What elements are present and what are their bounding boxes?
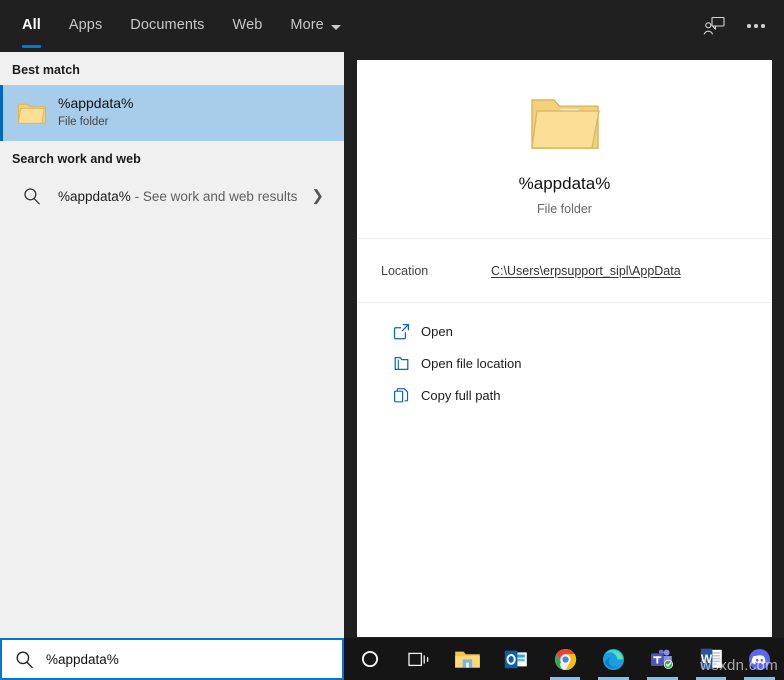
discord-button[interactable]: [735, 638, 784, 680]
word-button[interactable]: W: [687, 638, 736, 680]
tab-all[interactable]: All: [8, 0, 55, 52]
outlook-icon: [504, 649, 528, 670]
more-options-button[interactable]: [738, 8, 774, 44]
tab-apps[interactable]: Apps: [55, 0, 116, 52]
tab-documents[interactable]: Documents: [116, 0, 218, 52]
tab-web-label: Web: [233, 18, 263, 35]
folder-open-icon: [383, 355, 419, 372]
selection-indicator: [0, 85, 3, 141]
edge-button[interactable]: [589, 638, 638, 680]
tab-web[interactable]: Web: [219, 0, 277, 52]
teams-icon: [650, 648, 674, 670]
person-chat-icon: [703, 16, 725, 36]
location-label: Location: [381, 264, 491, 278]
search-overlay: All Apps Documents Web More: [0, 0, 784, 680]
chevron-down-icon: [331, 25, 341, 30]
search-icon: [2, 650, 46, 669]
search-tab-bar: All Apps Documents Web More: [0, 0, 784, 52]
action-list: Open Open file location: [357, 303, 772, 411]
tab-bar-actions: [696, 0, 774, 52]
action-open[interactable]: Open: [383, 315, 772, 347]
file-explorer-button[interactable]: [443, 638, 492, 680]
edge-icon: [602, 648, 625, 671]
tab-documents-label: Documents: [130, 18, 204, 35]
open-external-icon: [383, 323, 419, 340]
taskbar-search-box[interactable]: %appdata%: [0, 638, 344, 680]
detail-title: %appdata%: [357, 174, 772, 194]
search-input-value[interactable]: %appdata%: [46, 652, 119, 667]
tab-more-label: More: [290, 18, 323, 35]
chevron-right-icon: ❯: [311, 189, 324, 204]
result-item-subtitle: File folder: [58, 114, 134, 131]
location-row: Location C:\Users\erpsupport_sipl\AppDat…: [357, 239, 772, 302]
action-open-file-location-label: Open file location: [421, 356, 521, 371]
svg-text:W: W: [700, 652, 712, 666]
task-view-icon: [408, 650, 430, 669]
results-panel: Best match %appdata% File folder Search …: [0, 52, 344, 638]
detail-hero: %appdata% File folder: [357, 60, 772, 238]
action-copy-full-path-label: Copy full path: [421, 388, 501, 403]
folder-icon: [12, 100, 52, 126]
taskbar-buttons: W: [346, 638, 784, 680]
web-result-item[interactable]: %appdata% - See work and web results ❯: [0, 174, 344, 218]
result-item-text: %appdata% File folder: [58, 95, 134, 130]
copy-icon: [383, 387, 419, 404]
detail-folder-icon: [357, 84, 772, 162]
web-result-label: %appdata% - See work and web results: [58, 189, 297, 204]
file-explorer-icon: [454, 648, 481, 670]
location-path-link[interactable]: C:\Users\erpsupport_sipl\AppData: [491, 264, 681, 278]
web-result-suffix: - See work and web results: [135, 189, 298, 204]
discord-icon: [748, 648, 771, 671]
tab-active-underline: [22, 45, 41, 48]
teams-button[interactable]: [638, 638, 687, 680]
taskbar: %appdata%: [0, 638, 784, 680]
chrome-icon: [554, 648, 577, 671]
action-open-label: Open: [421, 324, 453, 339]
detail-subtitle: File folder: [357, 202, 772, 216]
outlook-button[interactable]: [492, 638, 541, 680]
task-view-button[interactable]: [395, 638, 444, 680]
cortana-button[interactable]: [346, 638, 395, 680]
chrome-button[interactable]: [541, 638, 590, 680]
ellipsis-icon: [747, 24, 765, 28]
tab-apps-label: Apps: [69, 18, 102, 35]
detail-pane: %appdata% File folder Location C:\Users\…: [357, 60, 772, 637]
best-match-heading: Best match: [0, 52, 344, 85]
search-icon: [12, 187, 52, 205]
web-result-query: %appdata%: [58, 189, 131, 204]
feedback-button[interactable]: [696, 8, 732, 44]
tab-more[interactable]: More: [276, 0, 354, 52]
word-icon: W: [700, 648, 723, 670]
search-web-heading: Search work and web: [0, 141, 344, 174]
action-open-file-location[interactable]: Open file location: [383, 347, 772, 379]
tab-all-label: All: [22, 18, 41, 35]
cortana-circle-icon: [360, 649, 380, 669]
tab-list: All Apps Documents Web More: [0, 0, 355, 52]
result-item-title: %appdata%: [58, 95, 134, 113]
result-item-appdata[interactable]: %appdata% File folder: [0, 85, 344, 141]
action-copy-full-path[interactable]: Copy full path: [383, 379, 772, 411]
